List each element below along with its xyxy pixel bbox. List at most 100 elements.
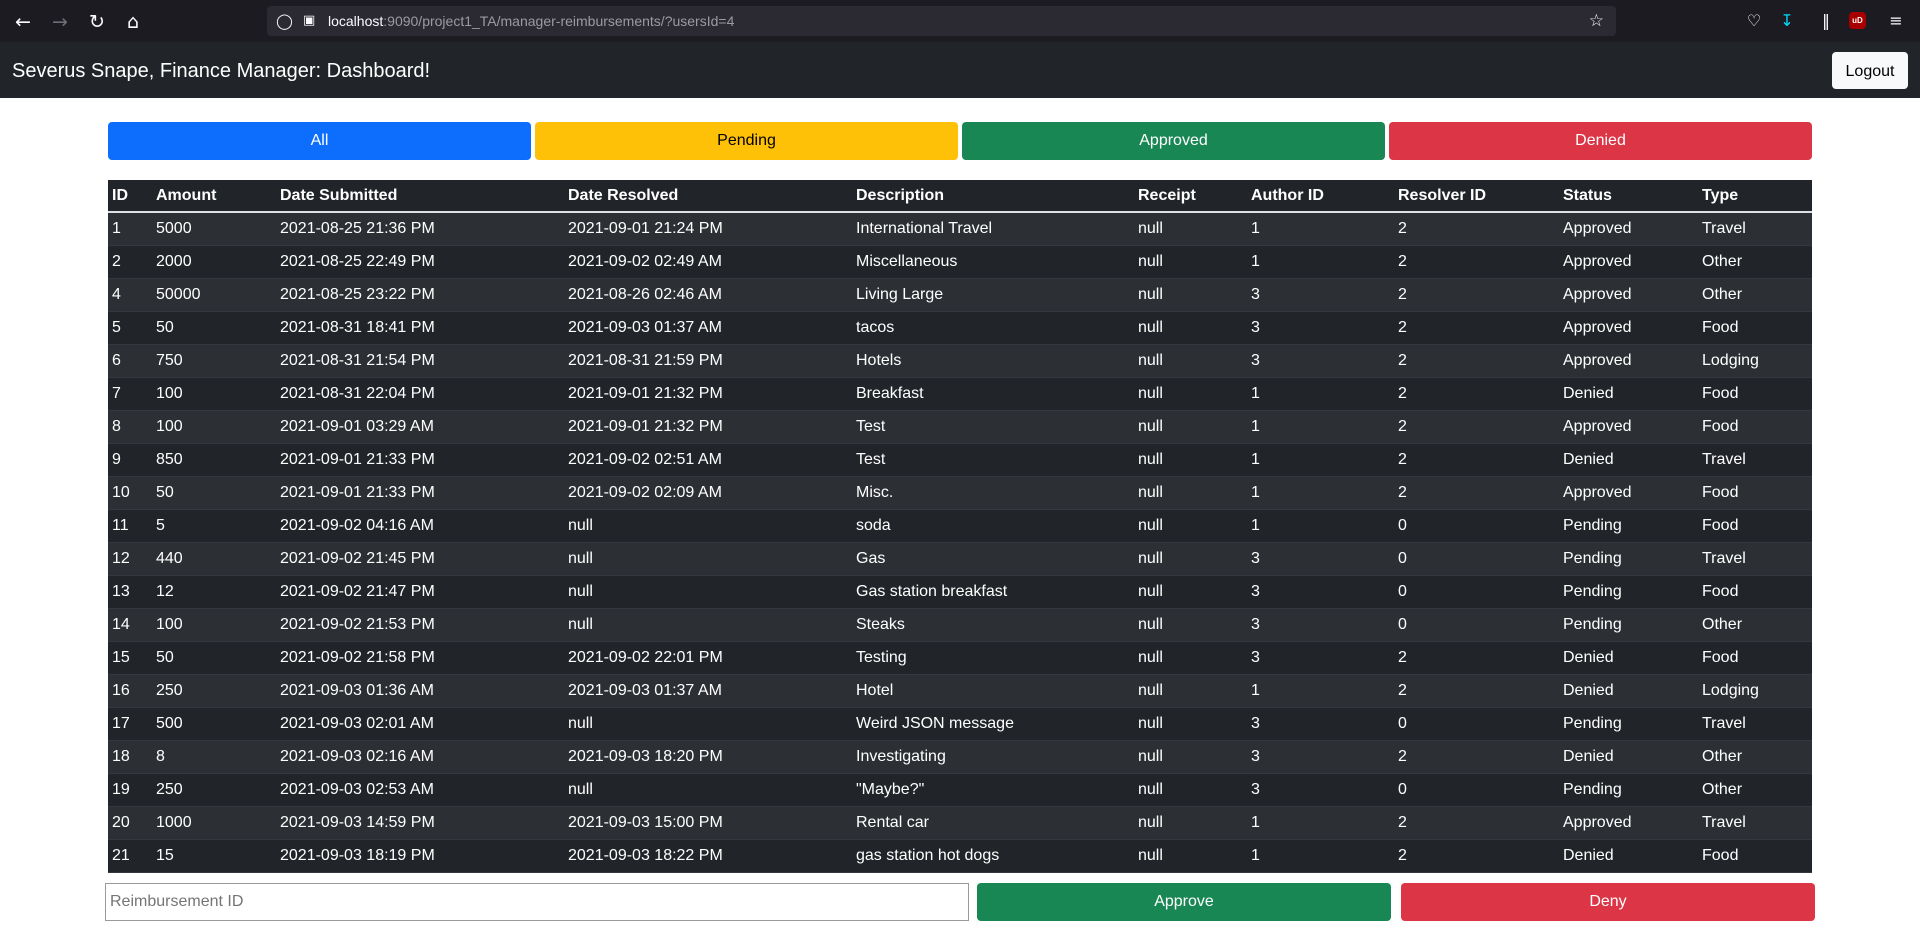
library-icon[interactable]: ‖ bbox=[1815, 10, 1837, 32]
cell-id: 8 bbox=[108, 410, 152, 444]
cell-resolver-id: 2 bbox=[1394, 443, 1559, 477]
forward-arrow-icon[interactable]: → bbox=[47, 9, 73, 35]
cell-description: Test bbox=[852, 410, 1134, 444]
cell-receipt: null bbox=[1134, 641, 1247, 675]
cell-description: tacos bbox=[852, 311, 1134, 345]
cell-author-id: 3 bbox=[1247, 773, 1394, 807]
cell-type: Travel bbox=[1698, 443, 1812, 477]
cell-resolver-id: 2 bbox=[1394, 311, 1559, 345]
shield-icon[interactable]: ◯ bbox=[276, 12, 293, 30]
cell-amount: 440 bbox=[152, 542, 276, 576]
column-header-status: Status bbox=[1559, 180, 1698, 213]
cell-amount: 250 bbox=[152, 674, 276, 708]
cell-description: Breakfast bbox=[852, 377, 1134, 411]
cell-author-id: 1 bbox=[1247, 839, 1394, 873]
cell-type: Other bbox=[1698, 245, 1812, 279]
cell-id: 7 bbox=[108, 377, 152, 411]
cell-amount: 8 bbox=[152, 740, 276, 774]
cell-receipt: null bbox=[1134, 443, 1247, 477]
cell-date-resolved: null bbox=[564, 575, 852, 609]
cell-id: 1 bbox=[108, 212, 152, 246]
cell-status: Pending bbox=[1559, 542, 1698, 576]
reimbursements-table-container[interactable]: ID Amount Date Submitted Date Resolved Descr… bbox=[108, 180, 1812, 873]
reimbursements-table: ID Amount Date Submitted Date Resolved Descr… bbox=[108, 180, 1812, 873]
cell-status: Approved bbox=[1559, 476, 1698, 510]
download-icon[interactable]: ↧ bbox=[1776, 10, 1798, 32]
cell-amount: 750 bbox=[152, 344, 276, 378]
deny-button[interactable]: Deny bbox=[1401, 883, 1815, 921]
hamburger-menu-icon[interactable]: ≡ bbox=[1885, 10, 1907, 32]
cell-type: Travel bbox=[1698, 212, 1812, 246]
cell-id: 20 bbox=[108, 806, 152, 840]
cell-status: Pending bbox=[1559, 707, 1698, 741]
star-icon[interactable]: ☆ bbox=[1589, 11, 1604, 31]
cell-author-id: 1 bbox=[1247, 377, 1394, 411]
cell-status: Approved bbox=[1559, 245, 1698, 279]
cell-receipt: null bbox=[1134, 278, 1247, 312]
cell-amount: 2000 bbox=[152, 245, 276, 279]
reload-icon[interactable]: ↻ bbox=[84, 9, 110, 35]
cell-author-id: 3 bbox=[1247, 542, 1394, 576]
cell-receipt: null bbox=[1134, 377, 1247, 411]
reimbursement-id-input[interactable] bbox=[105, 883, 969, 921]
cell-description: Rental car bbox=[852, 806, 1134, 840]
cell-type: Food bbox=[1698, 575, 1812, 609]
cell-date-resolved: 2021-09-03 18:20 PM bbox=[564, 740, 852, 774]
cell-receipt: null bbox=[1134, 839, 1247, 873]
cell-date-resolved: 2021-09-02 02:09 AM bbox=[564, 476, 852, 510]
filter-all-button[interactable]: All bbox=[108, 122, 531, 160]
cell-type: Food bbox=[1698, 509, 1812, 543]
cell-description: Testing bbox=[852, 641, 1134, 675]
cell-date-submitted: 2021-09-01 21:33 PM bbox=[276, 476, 564, 510]
cell-author-id: 1 bbox=[1247, 212, 1394, 246]
cell-resolver-id: 0 bbox=[1394, 707, 1559, 741]
cell-description: Miscellaneous bbox=[852, 245, 1134, 279]
filter-approved-button[interactable]: Approved bbox=[962, 122, 1385, 160]
cell-amount: 12 bbox=[152, 575, 276, 609]
cell-date-resolved: 2021-09-03 18:22 PM bbox=[564, 839, 852, 873]
cell-date-submitted: 2021-08-31 18:41 PM bbox=[276, 311, 564, 345]
cell-amount: 50 bbox=[152, 311, 276, 345]
table-row: 7 100 2021-08-31 22:04 PM 2021-09-01 21:32 … bbox=[108, 377, 1812, 411]
cell-status: Denied bbox=[1559, 674, 1698, 708]
approve-button[interactable]: Approve bbox=[977, 883, 1391, 921]
cell-amount: 50 bbox=[152, 641, 276, 675]
cell-status: Denied bbox=[1559, 839, 1698, 873]
cell-date-submitted: 2021-08-25 21:36 PM bbox=[276, 212, 564, 246]
cell-receipt: null bbox=[1134, 806, 1247, 840]
table-row: 17 500 2021-09-03 02:01 AM null Weird JSON m… bbox=[108, 707, 1812, 741]
filter-pending-button[interactable]: Pending bbox=[535, 122, 958, 160]
cell-status: Approved bbox=[1559, 344, 1698, 378]
cell-date-submitted: 2021-09-02 21:53 PM bbox=[276, 608, 564, 642]
page-icon[interactable]: ▣ bbox=[303, 12, 315, 30]
logout-button[interactable]: Logout bbox=[1832, 52, 1908, 89]
table-row: 14 100 2021-09-02 21:53 PM null Steaks null 3 0… bbox=[108, 608, 1812, 642]
cell-author-id: 1 bbox=[1247, 410, 1394, 444]
cell-author-id: 3 bbox=[1247, 575, 1394, 609]
cell-date-resolved: 2021-09-01 21:24 PM bbox=[564, 212, 852, 246]
filter-denied-button[interactable]: Denied bbox=[1389, 122, 1812, 160]
address-bar[interactable]: ◯ ▣ localhost:9090/project1_TA/manager-r… bbox=[267, 6, 1616, 36]
cell-resolver-id: 2 bbox=[1394, 344, 1559, 378]
cell-amount: 50000 bbox=[152, 278, 276, 312]
cell-date-submitted: 2021-08-25 22:49 PM bbox=[276, 245, 564, 279]
cell-author-id: 3 bbox=[1247, 344, 1394, 378]
cell-date-submitted: 2021-08-31 21:54 PM bbox=[276, 344, 564, 378]
cell-status: Approved bbox=[1559, 410, 1698, 444]
cell-status: Pending bbox=[1559, 509, 1698, 543]
cell-description: Weird JSON message bbox=[852, 707, 1134, 741]
cell-date-submitted: 2021-09-02 21:47 PM bbox=[276, 575, 564, 609]
column-header-resolver-id: Resolver ID bbox=[1394, 180, 1559, 213]
url-host: localhost bbox=[328, 13, 384, 29]
cell-author-id: 3 bbox=[1247, 278, 1394, 312]
cell-author-id: 3 bbox=[1247, 608, 1394, 642]
home-icon[interactable]: ⌂ bbox=[120, 9, 146, 35]
cell-resolver-id: 2 bbox=[1394, 740, 1559, 774]
ublock-icon[interactable]: uD bbox=[1849, 12, 1866, 29]
cell-status: Pending bbox=[1559, 608, 1698, 642]
pocket-icon[interactable]: ♡ bbox=[1743, 10, 1765, 32]
column-header-id: ID bbox=[108, 180, 152, 213]
url-text[interactable]: localhost:9090/project1_TA/manager-reimb… bbox=[328, 13, 734, 30]
back-arrow-icon[interactable]: ← bbox=[10, 9, 36, 35]
cell-status: Denied bbox=[1559, 443, 1698, 477]
